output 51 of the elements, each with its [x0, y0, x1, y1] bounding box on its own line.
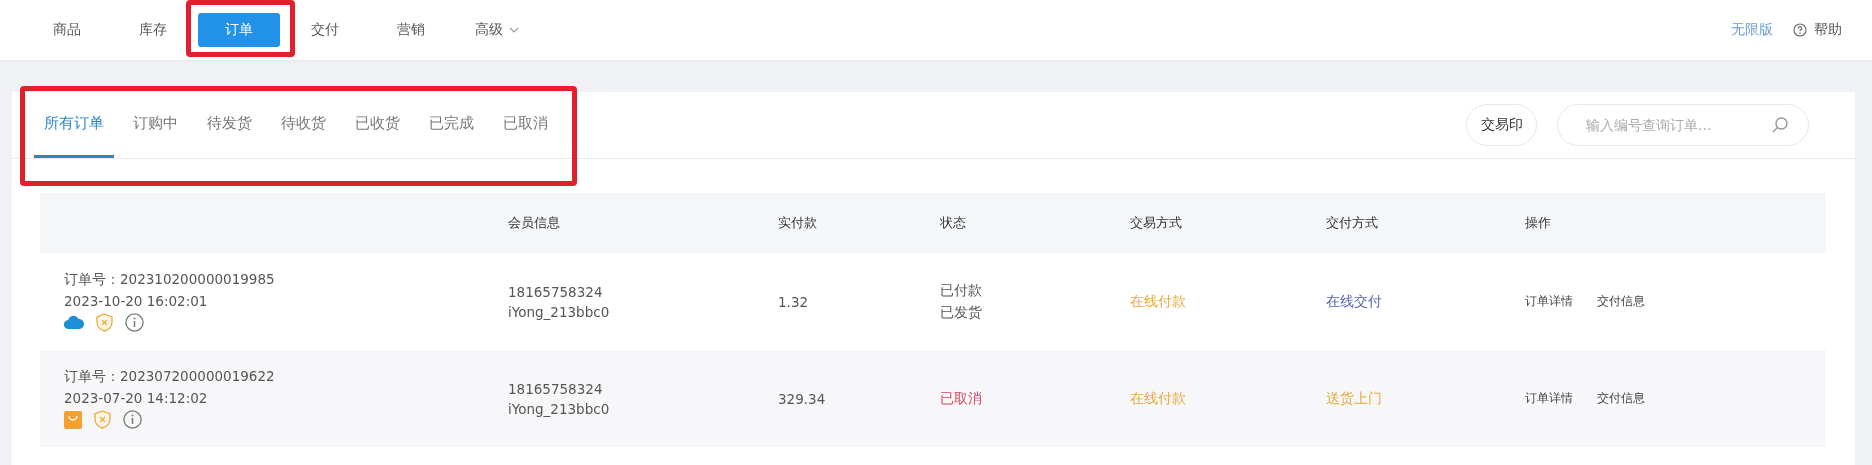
- action-link[interactable]: 订单详情: [1525, 391, 1573, 406]
- order-status: 已付款: [940, 281, 982, 300]
- member-info: 18165758324: [508, 283, 603, 300]
- nav-tab[interactable]: 商品: [26, 13, 108, 47]
- search-field[interactable]: 输入编号查询订单...: [1557, 104, 1809, 146]
- order-status-tab[interactable]: 已完成: [419, 92, 484, 158]
- member-info: iYong_213bbc0: [508, 400, 610, 417]
- shield-icon: [94, 410, 111, 429]
- shield-icon: [96, 313, 113, 332]
- action-link[interactable]: 交付信息: [1597, 391, 1645, 406]
- member-info: 18165758324: [508, 380, 603, 397]
- action-link[interactable]: 订单详情: [1525, 294, 1573, 309]
- nav-tab[interactable]: 营销: [370, 13, 452, 47]
- nav-tab[interactable]: 高级: [456, 13, 538, 47]
- action-link[interactable]: 交付信息: [1597, 294, 1645, 309]
- nav-tab[interactable]: 库存: [112, 13, 194, 47]
- info-icon: [123, 410, 142, 429]
- order-status-tab[interactable]: 待发货: [197, 92, 262, 158]
- print-button[interactable]: 交易印: [1466, 104, 1537, 146]
- order-time: 2023-10-20 16:02:01: [64, 293, 208, 309]
- order-status-tab[interactable]: 订购中: [123, 92, 188, 158]
- column-header: 状态: [940, 215, 966, 230]
- column-header: 会员信息: [508, 215, 560, 230]
- order-number: 订单号：202310200000019985: [64, 271, 275, 289]
- paid-amount: 1.32: [778, 293, 809, 310]
- nav-tab[interactable]: 交付: [284, 13, 366, 47]
- column-header: 操作: [1525, 215, 1551, 230]
- order-status-tab[interactable]: 已收货: [345, 92, 410, 158]
- column-header: 实付款: [778, 215, 817, 230]
- cloud-icon: [64, 316, 84, 329]
- order-status: 已发货: [940, 303, 982, 322]
- order-status-tab[interactable]: 待收货: [271, 92, 336, 158]
- help-icon: [1793, 23, 1807, 37]
- order-status-tab[interactable]: 所有订单: [34, 92, 114, 158]
- delivery-method: 在线交付: [1326, 292, 1382, 309]
- order-status-tab[interactable]: 已取消: [493, 92, 558, 158]
- column-header: 交易方式: [1130, 215, 1182, 230]
- order-status: 已取消: [940, 389, 982, 408]
- payment-method: 在线付款: [1130, 292, 1186, 309]
- shopping-bag-icon: [64, 410, 82, 429]
- delivery-method: 送货上门: [1326, 389, 1382, 406]
- order-number: 订单号：202307200000019622: [64, 368, 275, 386]
- payment-method: 在线付款: [1130, 389, 1186, 406]
- search-icon: [1771, 116, 1789, 134]
- member-info: iYong_213bbc0: [508, 303, 610, 320]
- order-time: 2023-07-20 14:12:02: [64, 390, 208, 406]
- info-icon: [125, 313, 144, 332]
- chevron-down-icon: [509, 27, 519, 33]
- help-button[interactable]: 帮助: [1793, 21, 1842, 39]
- column-header: 交付方式: [1326, 215, 1378, 230]
- paid-amount: 329.34: [778, 390, 826, 407]
